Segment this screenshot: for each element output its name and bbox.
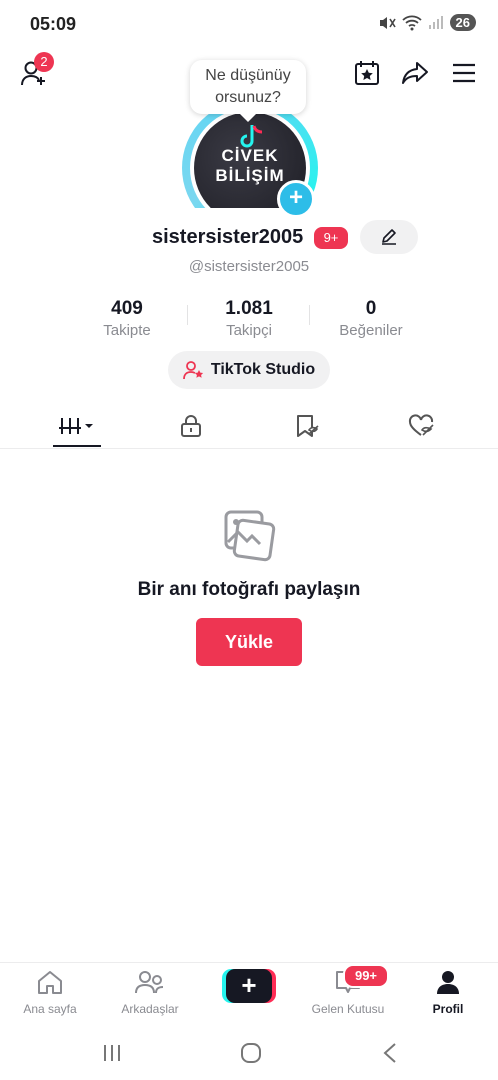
menu-button[interactable] <box>450 60 478 86</box>
edit-profile-button[interactable] <box>360 220 418 254</box>
nav-home-label: Ana sayfa <box>23 1002 77 1016</box>
recent-apps-icon[interactable] <box>102 1044 122 1062</box>
stat-followers-label: Takipçi <box>226 322 272 339</box>
mute-icon <box>379 16 396 29</box>
stat-followers-value: 1.081 <box>225 298 273 319</box>
hamburger-icon <box>453 63 475 83</box>
tab-private[interactable] <box>129 404 253 448</box>
share-icon <box>402 62 428 84</box>
username: sistersister2005 <box>152 226 304 248</box>
plus-icon: + <box>226 969 272 1003</box>
content-tabs <box>0 404 498 449</box>
username-badge[interactable]: 9+ <box>314 227 348 249</box>
pencil-icon <box>382 229 396 245</box>
inbox-badge: 99+ <box>343 964 389 988</box>
grid-dropdown-icon <box>59 418 93 434</box>
nav-profile-label: Profil <box>432 1002 464 1016</box>
stat-followers[interactable]: 1.081 Takipçi <box>189 298 309 339</box>
stat-divider <box>309 305 310 325</box>
friends-icon <box>135 971 164 994</box>
nav-profile[interactable]: Profil <box>403 969 493 1016</box>
upload-button[interactable]: Yükle <box>196 618 302 666</box>
battery-indicator: 26 <box>449 14 476 31</box>
lock-icon <box>181 415 201 437</box>
tab-saved[interactable] <box>246 404 370 448</box>
back-icon[interactable] <box>382 1042 398 1064</box>
nav-friends-label: Arkadaşlar <box>121 1002 179 1016</box>
add-avatar-plus-icon[interactable]: + <box>277 180 315 218</box>
share-button[interactable] <box>400 58 430 88</box>
nav-home[interactable]: Ana sayfa <box>5 969 95 1016</box>
calendar-star-icon <box>355 61 379 85</box>
tiktok-studio-label: TikTok Studio <box>210 361 316 378</box>
nav-friends[interactable]: Arkadaşlar <box>105 969 195 1016</box>
stat-likes[interactable]: 0 Beğeniler <box>311 298 431 339</box>
profile-icon <box>437 971 459 994</box>
note-bubble-line2: orsunuz? <box>215 89 281 106</box>
system-navigation <box>0 1026 498 1080</box>
stat-following-label: Takipte <box>103 322 151 339</box>
avatar-text-line1: CİVEK <box>221 146 279 165</box>
tab-liked[interactable] <box>360 404 484 448</box>
friend-requests-badge: 2 <box>34 52 54 72</box>
user-handle: @sistersister2005 <box>188 258 310 275</box>
bookmark-hidden-icon <box>297 415 319 437</box>
status-time: 05:09 <box>30 14 77 34</box>
status-icons: 26 <box>378 14 476 31</box>
user-star-icon <box>182 361 203 380</box>
wifi-icon <box>401 15 422 30</box>
signal-icon <box>428 15 443 29</box>
stat-following-value: 409 <box>111 298 143 319</box>
stat-likes-label: Beğeniler <box>339 322 403 339</box>
note-bubble[interactable]: Ne düşünüy orsunuz? <box>190 60 306 122</box>
home-circle-icon[interactable] <box>240 1042 262 1064</box>
stat-divider <box>187 305 188 325</box>
heart-hidden-icon <box>408 414 434 436</box>
tab-videos[interactable] <box>15 404 139 448</box>
tiktok-studio-button[interactable]: TikTok Studio <box>168 351 330 389</box>
nav-inbox-label: Gelen Kutusu <box>311 1002 385 1016</box>
calendar-button[interactable] <box>352 58 382 88</box>
stat-likes-value: 0 <box>365 298 377 319</box>
note-bubble-line1: Ne düşünüy <box>205 67 291 84</box>
photos-icon <box>222 508 276 567</box>
home-icon <box>38 971 62 994</box>
empty-state-title: Bir anı fotoğrafı paylaşın <box>137 579 361 600</box>
stat-following[interactable]: 409 Takipte <box>67 298 187 339</box>
active-tab-indicator <box>53 445 101 447</box>
create-button[interactable]: + <box>222 969 276 1003</box>
